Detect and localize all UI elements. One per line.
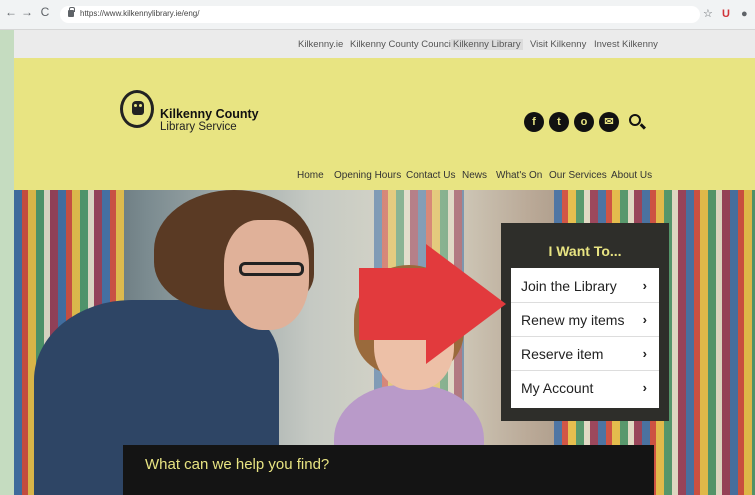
nav-our-services[interactable]: Our Services: [549, 170, 607, 181]
nav-opening-hours[interactable]: Opening Hours: [334, 170, 401, 181]
email-icon[interactable]: ✉: [599, 112, 619, 132]
join-library-link[interactable]: Join the Library ›: [511, 270, 659, 303]
brand-subtitle[interactable]: Library Service: [160, 121, 237, 133]
renew-items-label: Renew my items: [521, 312, 625, 328]
reserve-item-label: Reserve item: [521, 346, 604, 362]
nav-news[interactable]: News: [462, 170, 487, 181]
renew-items-link[interactable]: Renew my items ›: [511, 304, 659, 337]
toplink-kilkenny-library[interactable]: Kilkenny Library: [451, 39, 523, 50]
my-account-label: My Account: [521, 380, 594, 396]
lock-icon: [68, 7, 75, 17]
owl-logo-icon[interactable]: [120, 90, 154, 128]
facebook-icon[interactable]: f: [524, 112, 544, 132]
extension-icon[interactable]: U: [722, 7, 730, 21]
toplink-visit-kilkenny[interactable]: Visit Kilkenny: [530, 39, 586, 50]
chevron-right-icon: ›: [642, 380, 647, 395]
nav-contact-us[interactable]: Contact Us: [406, 170, 455, 181]
instagram-icon[interactable]: o: [574, 112, 594, 132]
reload-icon[interactable]: C: [38, 5, 52, 19]
brand-name[interactable]: Kilkenny County: [160, 107, 259, 121]
red-arrow-head: [426, 244, 506, 364]
chevron-right-icon: ›: [642, 278, 647, 293]
browser-toolbar: ← → C https://www.kilkennylibrary.ie/eng…: [0, 0, 755, 30]
toplink-county-council[interactable]: Kilkenny County Council: [350, 39, 453, 50]
search-icon[interactable]: [629, 114, 641, 126]
url-text[interactable]: https://www.kilkennylibrary.ie/eng/: [80, 9, 199, 18]
search-prompt-text: What can we help you find?: [145, 456, 330, 473]
panel-list: Join the Library › Renew my items › Rese…: [511, 268, 659, 408]
reserve-item-link[interactable]: Reserve item ›: [511, 338, 659, 371]
search-prompt-bar[interactable]: What can we help you find?: [123, 445, 654, 495]
i-want-to-panel: I Want To... Join the Library › Renew my…: [501, 223, 669, 421]
forward-icon[interactable]: →: [20, 5, 34, 19]
toplink-kilkenny-ie[interactable]: Kilkenny.ie: [298, 39, 343, 50]
toplink-invest-kilkenny[interactable]: Invest Kilkenny: [594, 39, 658, 50]
chevron-right-icon: ›: [642, 312, 647, 327]
join-library-label: Join the Library: [521, 278, 617, 294]
star-icon[interactable]: ☆: [703, 7, 713, 21]
back-icon[interactable]: ←: [4, 5, 18, 19]
glasses: [239, 262, 304, 276]
nav-whats-on[interactable]: What's On: [496, 170, 542, 181]
panel-title: I Want To...: [548, 243, 622, 259]
nav-home[interactable]: Home: [297, 170, 324, 181]
chevron-right-icon: ›: [642, 346, 647, 361]
my-account-link[interactable]: My Account ›: [511, 372, 659, 405]
nav-about-us[interactable]: About Us: [611, 170, 652, 181]
profile-icon[interactable]: ●: [741, 7, 748, 21]
twitter-icon[interactable]: t: [549, 112, 569, 132]
red-arrow-icon: [359, 268, 427, 340]
website: Kilkenny.ie Kilkenny County Council Kilk…: [14, 30, 755, 495]
council-links-bar: Kilkenny.ie Kilkenny County Council Kilk…: [14, 30, 755, 58]
